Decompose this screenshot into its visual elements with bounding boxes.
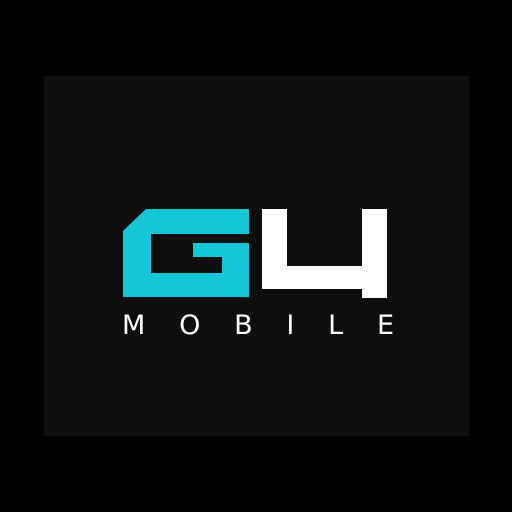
icon-stage: MOBILE xyxy=(0,0,512,512)
wordmark-letter: O xyxy=(179,310,201,341)
wordmark-letter: M xyxy=(122,310,146,341)
wordmark-letter: L xyxy=(328,310,344,341)
g4-logo xyxy=(123,209,387,298)
four-numeral-icon xyxy=(262,209,387,298)
wordmark-mobile: MOBILE xyxy=(122,306,394,346)
wordmark-letter: E xyxy=(376,310,394,341)
g-letter-icon xyxy=(123,209,249,297)
wordmark-letter: B xyxy=(234,310,253,341)
wordmark-letter: I xyxy=(286,310,295,341)
